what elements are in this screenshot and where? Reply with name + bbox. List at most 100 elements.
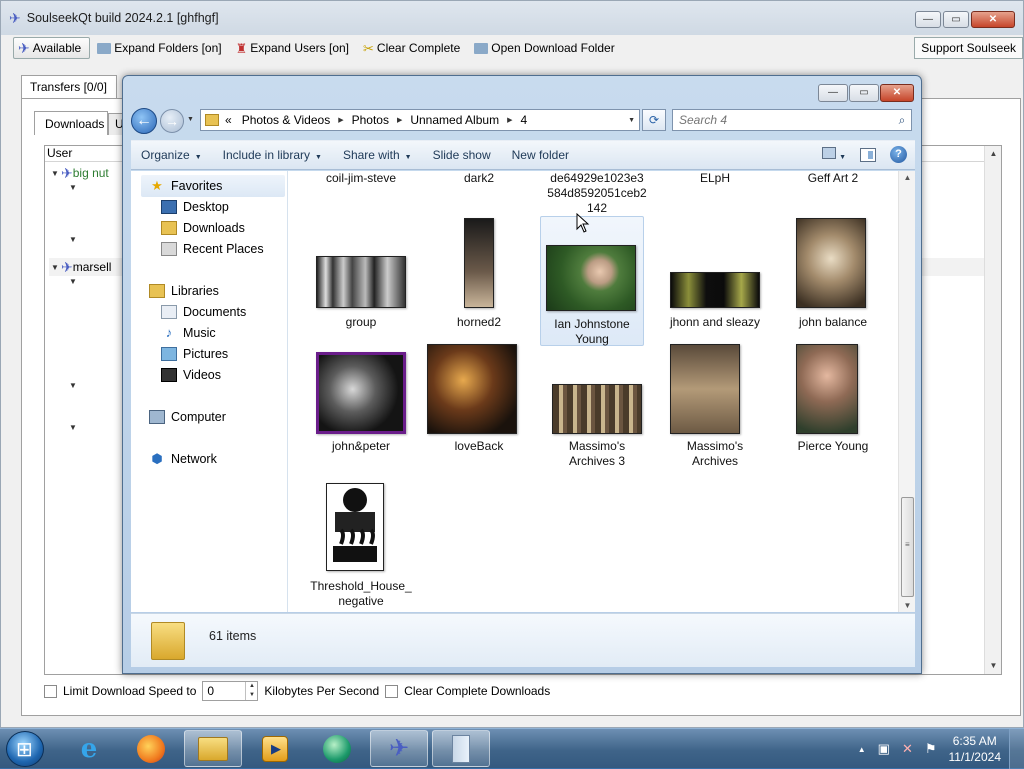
taskbar-firefox[interactable] <box>122 730 180 767</box>
taskbar-app[interactable] <box>432 730 490 767</box>
expand-arrow-icon[interactable]: ▼ <box>49 263 61 272</box>
expand-arrow-icon[interactable]: ▼ <box>67 423 79 432</box>
file-item[interactable]: de64929e1023e3584d8592051ceb2142 <box>545 171 649 216</box>
stepper-arrows-icon[interactable]: ▲ ▼ <box>245 682 257 700</box>
chevron-right-icon[interactable]: ▶ <box>397 116 408 124</box>
file-item[interactable]: loveBack <box>427 344 531 471</box>
file-item[interactable]: dark2 <box>427 171 531 186</box>
list-item[interactable]: ▼ <box>67 272 79 290</box>
organize-button[interactable]: Organize ▼ <box>131 148 213 162</box>
scroll-down-icon[interactable]: ▼ <box>985 658 1002 674</box>
change-view-button[interactable]: ▼ <box>821 147 846 162</box>
preview-pane-icon[interactable] <box>860 147 876 162</box>
breadcrumb-item[interactable]: Photos <box>350 113 397 127</box>
include-in-library-button[interactable]: Include in library ▼ <box>213 148 333 162</box>
share-with-button[interactable]: Share with ▼ <box>333 148 423 162</box>
taskbar-internet-explorer[interactable]: e <box>60 730 118 767</box>
breadcrumb-item[interactable]: 4 <box>518 113 535 127</box>
address-bar[interactable]: « Photos & Videos ▶ Photos ▶ Unnamed Alb… <box>200 109 640 131</box>
file-item[interactable]: group <box>309 216 413 334</box>
taskbar-soulseek[interactable]: ✈ <box>370 730 428 767</box>
file-item[interactable]: coil-jim-steve <box>309 171 413 186</box>
volume-muted-icon[interactable]: ✕ <box>902 741 913 757</box>
chevron-down-icon[interactable]: ▼ <box>628 117 635 124</box>
file-item[interactable]: john balance <box>781 216 885 334</box>
file-list[interactable]: coil-jim-steve dark2 de64929e1023e3584d8… <box>289 171 897 612</box>
taskbar-explorer[interactable] <box>184 730 242 767</box>
taskbar-media-player[interactable] <box>246 730 304 767</box>
file-item[interactable]: jhonn and sleazy <box>663 216 767 334</box>
close-button[interactable]: ✕ <box>880 84 914 102</box>
search-icon[interactable]: ⌕ <box>893 113 911 128</box>
file-item-selected[interactable]: Ian Johnstone Young <box>540 216 644 346</box>
file-item[interactable]: john&peter <box>309 351 413 471</box>
list-item[interactable]: ▼ <box>67 418 79 436</box>
expand-users-button[interactable]: ♜ Expand Users [on] <box>229 37 356 59</box>
expand-arrow-icon[interactable]: ▼ <box>67 235 79 244</box>
scroll-down-icon[interactable]: ▼ <box>899 601 916 610</box>
nav-documents[interactable]: Documents <box>161 305 246 319</box>
minimize-button[interactable]: — <box>915 11 941 28</box>
nav-computer[interactable]: Computer <box>149 410 226 424</box>
start-button[interactable] <box>6 731 44 767</box>
expand-folders-button[interactable]: Expand Folders [on] <box>90 37 228 59</box>
expand-arrow-icon[interactable]: ▼ <box>67 183 79 192</box>
scrollbar-thumb[interactable] <box>901 497 914 597</box>
list-item[interactable]: ▼ <box>67 376 79 394</box>
taskbar-globe-app[interactable] <box>308 730 366 767</box>
recent-pages-icon[interactable]: ▼ <box>187 116 194 123</box>
clear-complete-checkbox[interactable] <box>385 684 399 698</box>
file-list-scrollbar[interactable]: ▲ ▼ <box>898 171 915 612</box>
limit-speed-checkbox[interactable] <box>44 684 57 698</box>
open-download-folder-button[interactable]: Open Download Folder <box>467 37 621 59</box>
search-box[interactable]: ⌕ <box>672 109 912 131</box>
support-soulseek-button[interactable]: Support Soulseek <box>914 37 1023 59</box>
available-button[interactable]: ✈ Available <box>13 37 91 59</box>
tab-downloads[interactable]: Downloads <box>34 111 108 135</box>
maximize-button[interactable]: ▭ <box>943 11 969 28</box>
minimize-button[interactable]: — <box>818 84 848 102</box>
network-status-icon[interactable]: ▣ <box>878 741 890 757</box>
file-item[interactable]: Massimo's Archives <box>663 344 767 481</box>
scroll-up-icon[interactable]: ▲ <box>899 173 916 182</box>
expand-arrow-icon[interactable]: ▼ <box>67 277 79 286</box>
nav-videos[interactable]: Videos <box>161 368 221 382</box>
nav-recent-places[interactable]: Recent Places <box>161 242 264 256</box>
refresh-button[interactable]: ⟳ <box>642 109 666 131</box>
file-item[interactable]: ELpH <box>663 171 767 186</box>
file-item[interactable]: horned2 <box>427 216 531 334</box>
chevron-right-icon[interactable]: ▶ <box>507 116 518 124</box>
show-desktop-button[interactable] <box>1009 729 1024 769</box>
search-input[interactable] <box>673 112 893 128</box>
nav-desktop[interactable]: Desktop <box>161 200 229 214</box>
new-folder-button[interactable]: New folder <box>502 148 580 162</box>
list-item[interactable]: ▼ <box>67 230 79 248</box>
file-item[interactable]: Pierce Young <box>781 344 885 471</box>
action-center-flag-icon[interactable]: ⚑ <box>925 741 937 757</box>
nav-favorites[interactable]: ★ Favorites <box>149 179 222 194</box>
speed-stepper[interactable]: 0 ▲ ▼ <box>202 681 259 701</box>
file-item[interactable]: Geff Art 2 <box>781 171 885 186</box>
slide-show-button[interactable]: Slide show <box>423 148 502 162</box>
speed-value[interactable]: 0 <box>203 684 245 698</box>
back-button[interactable]: ← <box>131 108 157 134</box>
clock[interactable]: 6:35 AM 11/1/2024 <box>949 733 1002 765</box>
nav-pictures[interactable]: Pictures <box>161 347 228 361</box>
expand-arrow-icon[interactable]: ▼ <box>49 169 61 178</box>
maximize-button[interactable]: ▭ <box>849 84 879 102</box>
downloads-scrollbar[interactable]: ▲ ▼ <box>984 146 1001 674</box>
file-item[interactable]: Massimo's Archives 3 <box>545 351 649 481</box>
nav-network[interactable]: ⬢ Network <box>149 452 217 467</box>
list-item[interactable]: ▼ <box>67 178 79 196</box>
expand-arrow-icon[interactable]: ▼ <box>67 381 79 390</box>
clear-complete-button[interactable]: ✂ Clear Complete <box>356 37 467 59</box>
show-hidden-icons-icon[interactable]: ▲ <box>858 745 866 754</box>
forward-button[interactable]: → <box>160 109 184 133</box>
nav-libraries[interactable]: Libraries <box>149 284 219 298</box>
scroll-up-icon[interactable]: ▲ <box>985 146 1002 162</box>
chevron-right-icon[interactable]: ▶ <box>338 116 349 124</box>
nav-downloads[interactable]: Downloads <box>161 221 245 235</box>
tab-transfers[interactable]: Transfers [0/0] <box>21 75 117 99</box>
breadcrumb-item[interactable]: Unnamed Album <box>408 113 507 127</box>
file-item[interactable]: Threshold_House_negative <box>309 483 413 611</box>
